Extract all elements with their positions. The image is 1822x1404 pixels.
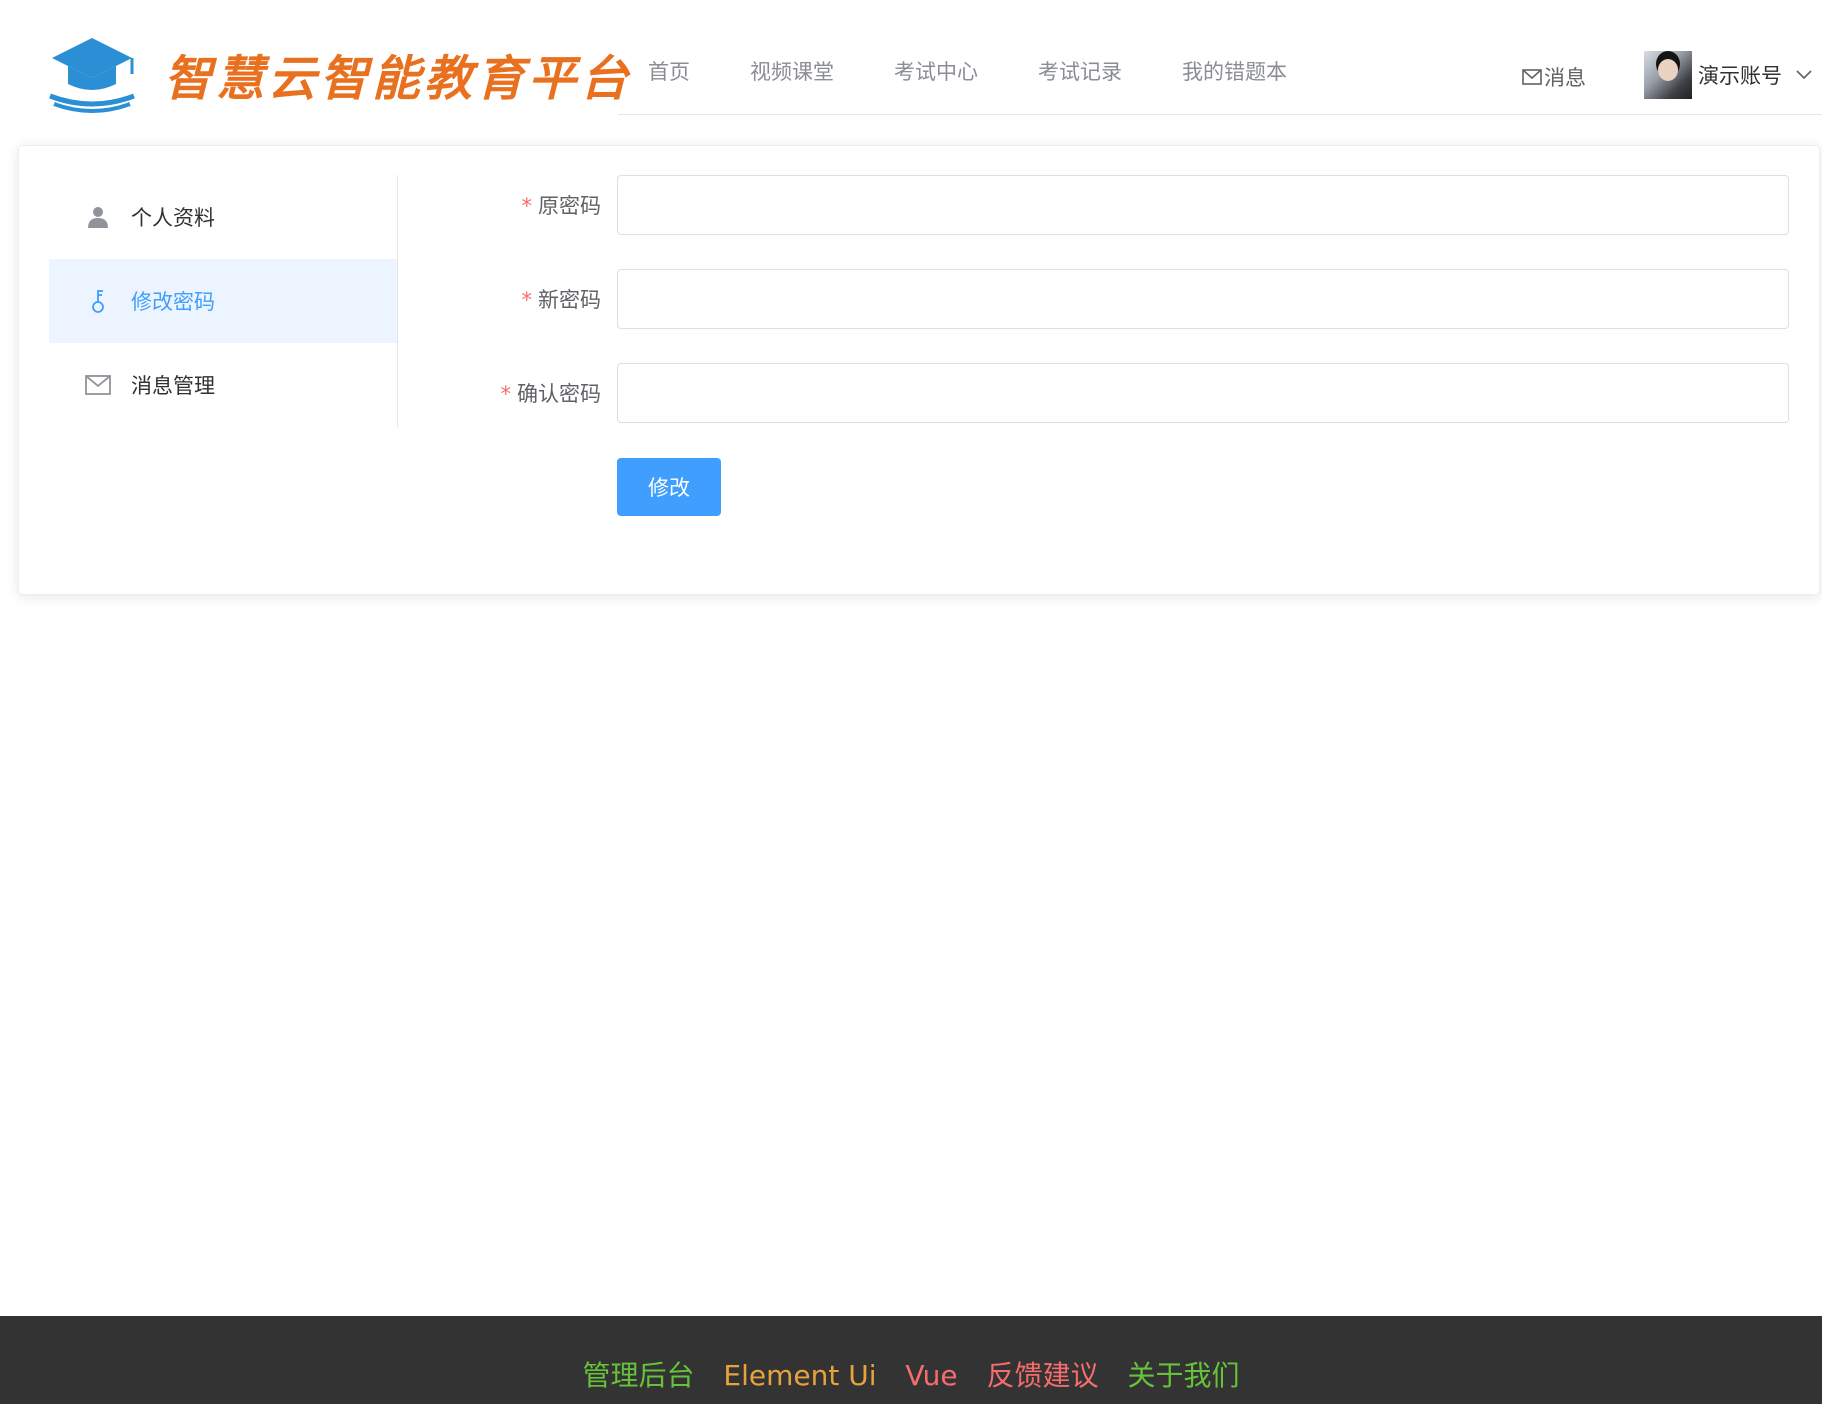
new-password-input[interactable] [617, 269, 1789, 329]
footer-link-admin[interactable]: 管理后台 [582, 1359, 694, 1392]
envelope-icon [85, 372, 111, 398]
confirm-password-label: * 确认密码 [500, 382, 602, 406]
nav-item-video-class[interactable]: 视频课堂 [750, 56, 834, 86]
nav-item-wrong-questions[interactable]: 我的错题本 [1182, 56, 1287, 86]
logo[interactable]: 智慧云智能教育平台 [48, 34, 632, 114]
sidebar-item-profile[interactable]: 个人资料 [49, 175, 397, 259]
user-dropdown[interactable]: 演示账号 [1644, 51, 1812, 99]
form-row-confirm-password: * 确认密码 [417, 363, 1789, 423]
form-row-new-password: * 新密码 [417, 269, 1789, 329]
footer: 管理后台 Element Ui Vue 反馈建议 关于我们 [0, 1316, 1822, 1404]
settings-card: 个人资料 修改密码 消息管理 * 原密码 * 新密码 * 确认密码 修改 [18, 145, 1820, 595]
sidebar-item-label: 消息管理 [131, 374, 215, 398]
nav-item-exam-records[interactable]: 考试记录 [1038, 56, 1122, 86]
footer-link-feedback[interactable]: 反馈建议 [987, 1359, 1099, 1392]
required-mark: * [521, 194, 533, 218]
sidebar-item-label: 个人资料 [131, 206, 215, 230]
messages-link[interactable]: 消息 [1522, 62, 1586, 92]
footer-link-element-ui[interactable]: Element Ui [723, 1359, 876, 1392]
nav-item-home[interactable]: 首页 [648, 56, 690, 86]
confirm-password-input[interactable] [617, 363, 1789, 423]
chevron-down-icon [1796, 70, 1812, 80]
old-password-label: * 原密码 [521, 194, 602, 218]
envelope-icon [1522, 69, 1542, 85]
nav-menu: 首页 视频课堂 考试中心 考试记录 我的错题本 [648, 56, 1347, 86]
side-menu: 个人资料 修改密码 消息管理 [49, 175, 398, 427]
key-icon [85, 288, 111, 314]
footer-links: 管理后台 Element Ui Vue 反馈建议 关于我们 [0, 1354, 1822, 1394]
messages-label: 消息 [1544, 66, 1586, 90]
header: 智慧云智能教育平台 首页 视频课堂 考试中心 考试记录 我的错题本 消息 演示账… [0, 0, 1822, 116]
form-row-old-password: * 原密码 [417, 175, 1789, 235]
avatar [1644, 51, 1692, 99]
sidebar-item-label: 修改密码 [131, 290, 215, 314]
required-mark: * [500, 382, 512, 406]
old-password-input[interactable] [617, 175, 1789, 235]
nav-item-exam-center[interactable]: 考试中心 [894, 56, 978, 86]
user-name: 演示账号 [1698, 64, 1782, 88]
footer-link-vue[interactable]: Vue [905, 1359, 957, 1392]
top-nav: 首页 视频课堂 考试中心 考试记录 我的错题本 消息 演示账号 [618, 0, 1822, 115]
sidebar-item-change-password[interactable]: 修改密码 [49, 259, 397, 343]
new-password-label: * 新密码 [521, 288, 602, 312]
footer-link-about[interactable]: 关于我们 [1127, 1359, 1239, 1392]
logo-title: 智慧云智能教育平台 [164, 51, 633, 107]
graduation-cap-icon [49, 38, 135, 113]
required-mark: * [521, 288, 533, 312]
sidebar-item-messages[interactable]: 消息管理 [49, 343, 397, 427]
user-icon [85, 204, 111, 230]
submit-button[interactable]: 修改 [617, 458, 721, 516]
